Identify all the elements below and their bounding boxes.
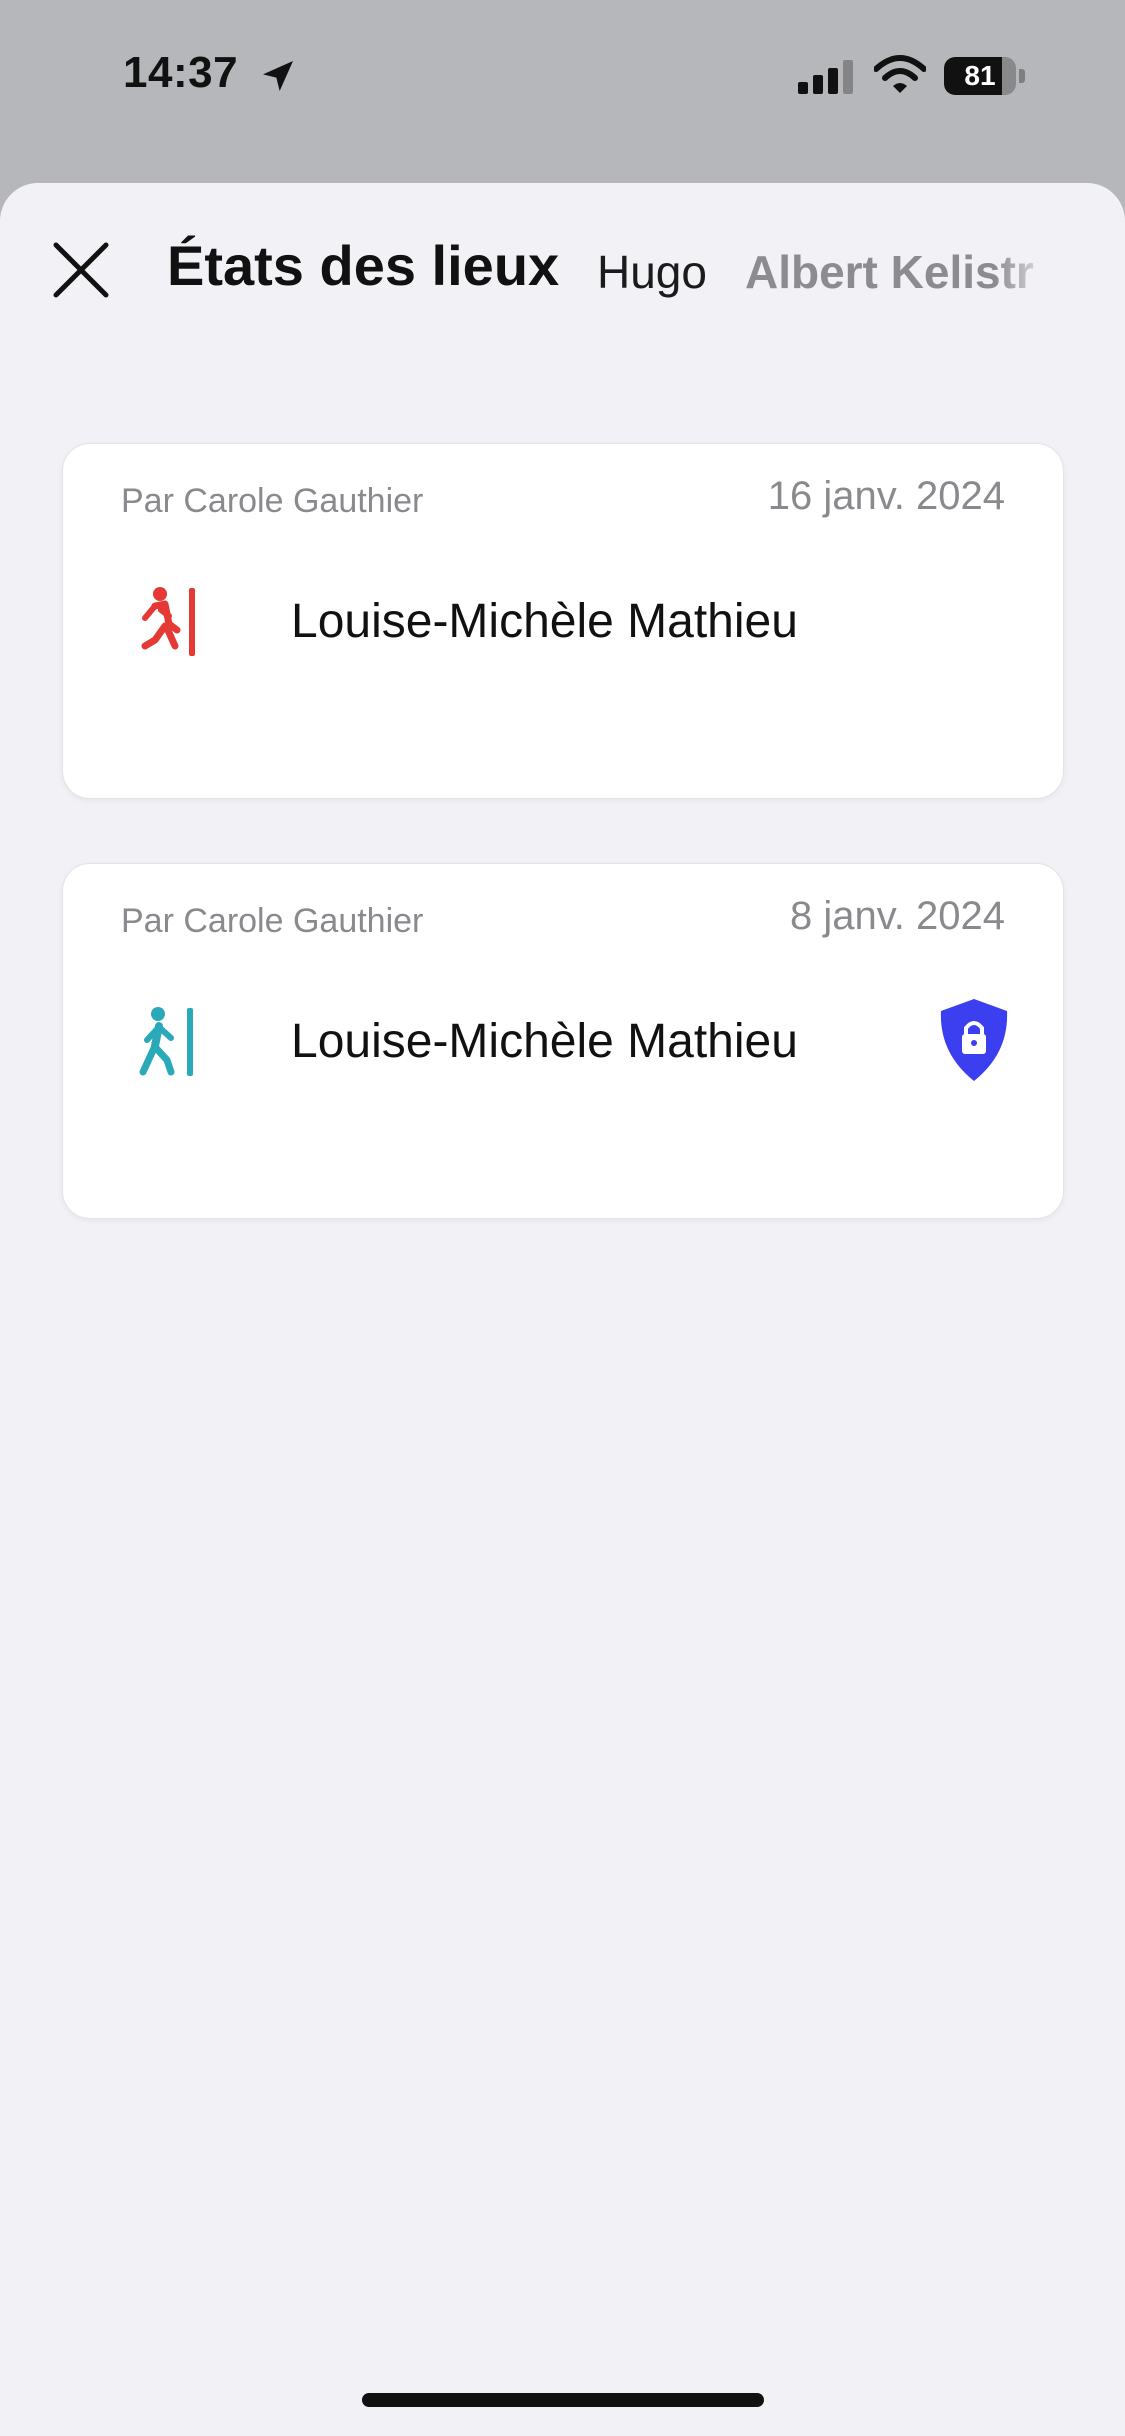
close-icon[interactable] (48, 237, 114, 303)
status-time: 14:37 (123, 48, 239, 97)
battery-icon: 81 (944, 57, 1026, 95)
card-author: Par Carole Gauthier (121, 902, 424, 940)
tab-albert-kelistr[interactable]: Albert Kelistr (745, 245, 1034, 299)
card-date: 8 janv. 2024 (790, 894, 1005, 938)
shield-lock-icon (940, 999, 1008, 1081)
wifi-icon (874, 55, 926, 93)
walk-out-icon (141, 587, 195, 656)
walk-in-icon (139, 1007, 193, 1076)
page-title: États des lieux (167, 234, 560, 297)
card-tenant-name: Louise-Michèle Mathieu (291, 1015, 798, 1068)
inventory-card[interactable]: Par Carole Gauthier 16 janv. 2024 Louise… (62, 443, 1064, 799)
status-bar: 14:37 81 (0, 0, 1125, 150)
tab-hugo[interactable]: Hugo (597, 245, 707, 299)
inventory-card[interactable]: Par Carole Gauthier 8 janv. 2024 Louise-… (62, 863, 1064, 1219)
tab-bar: Hugo Albert Kelistr (597, 245, 1055, 315)
modal-sheet: États des lieux Hugo Albert Kelistr Par C… (0, 183, 1125, 2436)
location-arrow-icon (263, 61, 293, 91)
battery-percent: 81 (964, 60, 996, 91)
home-indicator (362, 2393, 764, 2407)
cellular-signal-icon (798, 60, 853, 94)
card-tenant-name: Louise-Michèle Mathieu (291, 595, 798, 648)
card-author: Par Carole Gauthier (121, 482, 424, 520)
card-date: 16 janv. 2024 (767, 474, 1005, 518)
